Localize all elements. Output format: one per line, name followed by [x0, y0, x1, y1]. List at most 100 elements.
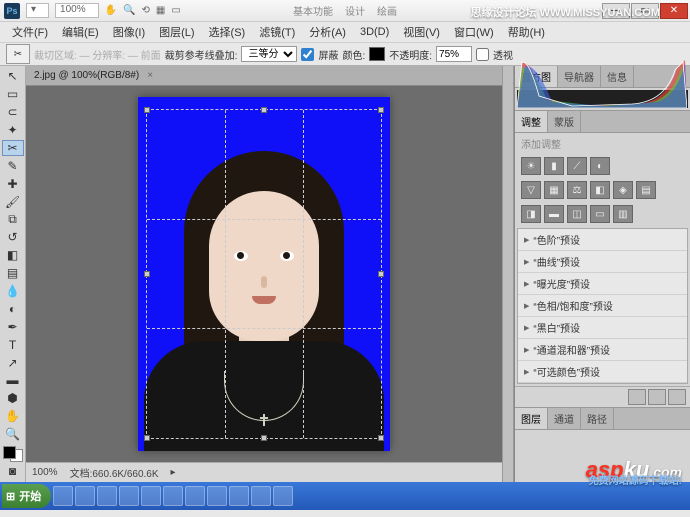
adj-gradmap-icon[interactable]: ▭ — [590, 205, 610, 223]
adj-brightness-icon[interactable]: ☀ — [521, 157, 541, 175]
gradient-tool[interactable]: ▤ — [2, 265, 24, 282]
adj-hue-icon[interactable]: ▦ — [544, 181, 564, 199]
menu-view[interactable]: 视图(V) — [397, 22, 446, 42]
pen-tool[interactable]: ✒ — [2, 318, 24, 335]
menu-3d[interactable]: 3D(D) — [354, 24, 395, 40]
menu-select[interactable]: 选择(S) — [203, 22, 252, 42]
hand-tool[interactable]: ✋ — [2, 408, 24, 425]
taskbar-item[interactable] — [53, 486, 73, 506]
view-icon-rotate[interactable]: ⟲ — [142, 5, 150, 16]
adj-curves-icon[interactable]: ⟋ — [567, 157, 587, 175]
photo-canvas[interactable] — [138, 97, 390, 451]
lasso-tool[interactable]: ⊂ — [2, 104, 24, 121]
crop-handle[interactable] — [378, 271, 384, 277]
preset-item[interactable]: “曲线”预设 — [518, 251, 687, 273]
blur-tool[interactable]: 💧 — [2, 283, 24, 300]
overlay-select[interactable]: 三等分 — [241, 46, 297, 62]
menu-filter[interactable]: 滤镜(T) — [253, 22, 301, 42]
tab-layers[interactable]: 图层 — [515, 408, 548, 429]
menu-edit[interactable]: 编辑(E) — [56, 22, 105, 42]
crop-handle[interactable] — [261, 435, 267, 441]
3d-tool[interactable]: ⬢ — [2, 390, 24, 407]
taskbar-item[interactable] — [251, 486, 271, 506]
crop-handle[interactable] — [378, 435, 384, 441]
shield-checkbox[interactable] — [301, 48, 314, 61]
adj-exposure-icon[interactable]: ◐ — [590, 157, 610, 175]
path-tool[interactable]: ↗ — [2, 354, 24, 371]
adj-levels-icon[interactable]: ▮ — [544, 157, 564, 175]
view-icon-arrange[interactable]: ▦ — [156, 5, 165, 16]
menu-analysis[interactable]: 分析(A) — [303, 22, 352, 42]
dodge-tool[interactable]: ◐ — [2, 301, 24, 318]
tab-close-icon[interactable]: × — [147, 70, 153, 81]
preset-item[interactable]: “色阶”预设 — [518, 229, 687, 251]
taskbar-item[interactable] — [97, 486, 117, 506]
shield-color-swatch[interactable] — [369, 47, 385, 61]
crop-handle[interactable] — [144, 107, 150, 113]
menu-image[interactable]: 图像(I) — [107, 22, 151, 42]
adj-vibrance-icon[interactable]: ▽ — [521, 181, 541, 199]
canvas-viewport[interactable] — [26, 86, 502, 462]
adj-invert-icon[interactable]: ◨ — [521, 205, 541, 223]
perspective-checkbox[interactable] — [476, 48, 489, 61]
eyedropper-tool[interactable]: ✎ — [2, 157, 24, 174]
adj-thresh-icon[interactable]: ◫ — [567, 205, 587, 223]
taskbar-item[interactable] — [75, 486, 95, 506]
brush-tool[interactable]: 🖌 — [2, 193, 24, 210]
menu-window[interactable]: 窗口(W) — [448, 22, 500, 42]
layers-panel-body[interactable] — [517, 432, 688, 480]
opacity-input[interactable] — [436, 46, 472, 62]
workspace-tab[interactable]: 设计 — [345, 3, 365, 18]
crop-tool[interactable]: ✂ — [2, 140, 24, 157]
move-tool[interactable]: ↖ — [2, 68, 24, 85]
taskbar-item[interactable] — [229, 486, 249, 506]
view-icon-zoom[interactable]: 🔍 — [123, 5, 135, 16]
crop-overlay[interactable] — [146, 109, 382, 439]
menu-file[interactable]: 文件(F) — [6, 22, 54, 42]
taskbar-item[interactable] — [273, 486, 293, 506]
taskbar-item[interactable] — [119, 486, 139, 506]
workspace-tab[interactable]: 基本功能 — [293, 3, 333, 18]
eraser-tool[interactable]: ◧ — [2, 247, 24, 264]
taskbar-item[interactable] — [207, 486, 227, 506]
menu-help[interactable]: 帮助(H) — [502, 22, 551, 42]
type-tool[interactable]: T — [2, 336, 24, 353]
status-zoom[interactable]: 100% — [32, 467, 58, 478]
crop-handle[interactable] — [378, 107, 384, 113]
zoom-dropdown[interactable]: 100% — [55, 3, 99, 18]
workspace-tab[interactable]: 绘画 — [377, 3, 397, 18]
fg-bg-colors[interactable] — [3, 446, 23, 463]
preset-item[interactable]: “色相/饱和度”预设 — [518, 295, 687, 317]
preset-item[interactable]: “通道混和器”预设 — [518, 339, 687, 361]
quickmask-tool[interactable]: ◙ — [2, 463, 24, 480]
panel-btn[interactable] — [648, 389, 666, 405]
document-tab[interactable]: 2.jpg @ 100%(RGB/8#) × — [26, 66, 502, 86]
history-brush-tool[interactable]: ↺ — [2, 229, 24, 246]
taskbar-item[interactable] — [163, 486, 183, 506]
menu-layer[interactable]: 图层(L) — [153, 22, 200, 42]
view-icon-screen[interactable]: ▭ — [171, 5, 180, 16]
start-button[interactable]: ⊞ 开始 — [2, 484, 51, 508]
view-icon-hand[interactable]: ✋ — [105, 5, 117, 16]
adj-photo-icon[interactable]: ◈ — [613, 181, 633, 199]
taskbar-item[interactable] — [141, 486, 161, 506]
adj-mixer-icon[interactable]: ▤ — [636, 181, 656, 199]
wand-tool[interactable]: ✦ — [2, 122, 24, 139]
adj-colorbal-icon[interactable]: ⚖ — [567, 181, 587, 199]
tab-paths[interactable]: 路径 — [581, 408, 614, 429]
shape-tool[interactable]: ▬ — [2, 372, 24, 389]
maximize-button[interactable]: ▭ — [631, 3, 659, 19]
crop-handle[interactable] — [144, 271, 150, 277]
heal-tool[interactable]: ✚ — [2, 175, 24, 192]
tool-preset-dropdown[interactable]: ▾ — [26, 3, 49, 18]
stamp-tool[interactable]: ⧉ — [2, 211, 24, 228]
marquee-tool[interactable]: ▭ — [2, 86, 24, 103]
preset-item[interactable]: “曝光度”预设 — [518, 273, 687, 295]
taskbar-item[interactable] — [185, 486, 205, 506]
close-button[interactable]: ✕ — [660, 3, 688, 19]
tab-adjustments[interactable]: 调整 — [515, 111, 548, 132]
panel-btn[interactable] — [628, 389, 646, 405]
adj-selcolor-icon[interactable]: ▥ — [613, 205, 633, 223]
preset-item[interactable]: “可选颜色”预设 — [518, 361, 687, 383]
tab-channels[interactable]: 通道 — [548, 408, 581, 429]
